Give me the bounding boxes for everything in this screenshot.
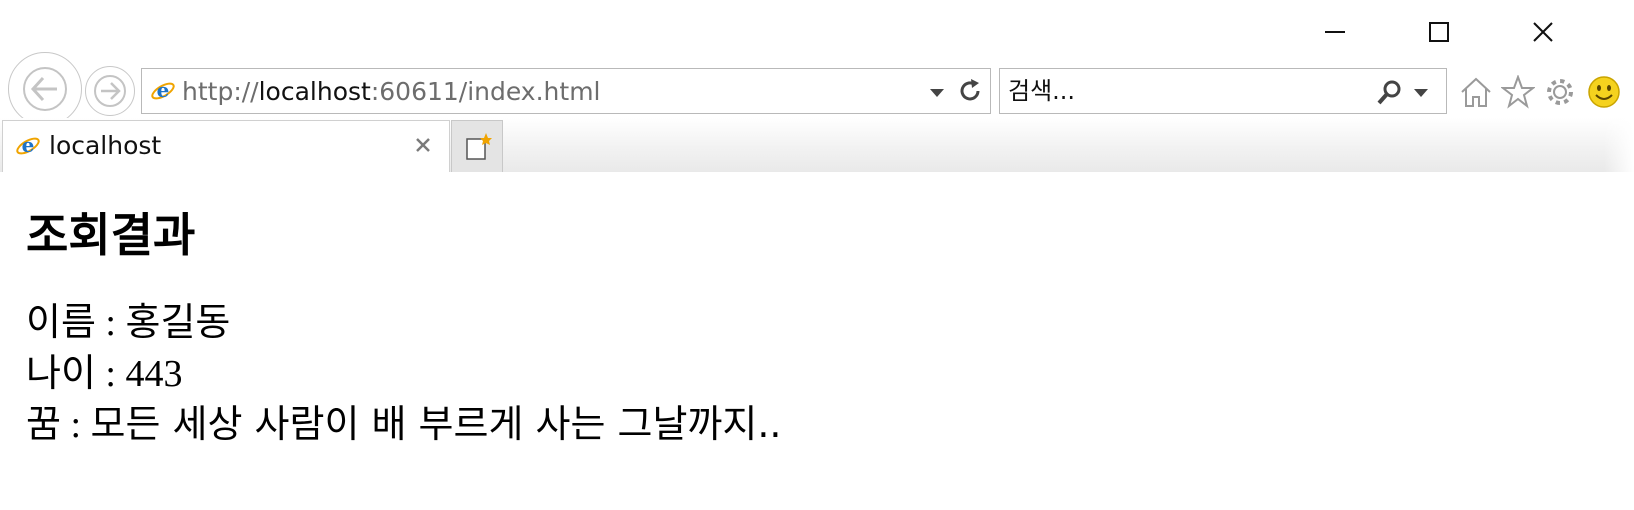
back-arrow-icon	[23, 67, 67, 111]
url-path: :60611/index.html	[370, 77, 601, 106]
result-row-dream: 꿈 : 모든 세상 사람이 배 부르게 사는 그날까지..	[26, 399, 1606, 450]
result-list: 이름 : 홍길동 나이 : 443 꿈 : 모든 세상 사람이 배 부르게 사는…	[26, 297, 1606, 450]
tab-strip-fade	[1604, 118, 1634, 172]
page-content: 조회결과 이름 : 홍길동 나이 : 443 꿈 : 모든 세상 사람이 배 부…	[26, 208, 1606, 450]
row-separator: :	[60, 404, 91, 447]
row-value: 모든 세상 사람이 배 부르게 사는 그날까지..	[90, 402, 782, 447]
url-scheme: http://	[182, 77, 259, 106]
page-title: 조회결과	[26, 208, 196, 262]
row-value: 443	[125, 353, 183, 396]
tab-localhost[interactable]: e localhost	[2, 120, 450, 172]
tab-title: localhost	[49, 131, 162, 160]
minimize-button[interactable]	[1312, 10, 1358, 54]
close-icon	[416, 138, 430, 152]
browser-window: e http://localhost:60611/index.html 검색..…	[0, 0, 1634, 510]
row-key: 꿈	[26, 402, 61, 447]
chevron-down-icon[interactable]	[928, 87, 946, 99]
feedback-button[interactable]	[1586, 74, 1622, 110]
forward-arrow-icon	[94, 75, 126, 107]
maximize-button[interactable]	[1416, 10, 1462, 54]
row-key: 나이	[26, 351, 96, 396]
favorites-button[interactable]	[1500, 74, 1536, 110]
row-separator: :	[95, 302, 126, 345]
search-bar[interactable]	[999, 68, 1447, 114]
close-icon	[1533, 22, 1553, 42]
svg-text:e: e	[157, 78, 170, 102]
row-value: 홍길동	[125, 300, 231, 345]
minimize-icon	[1325, 31, 1345, 33]
search-input[interactable]	[1008, 75, 1368, 107]
back-button[interactable]	[8, 52, 82, 126]
search-icon[interactable]	[1376, 78, 1404, 106]
search-provider-dropdown-icon[interactable]	[1412, 87, 1430, 99]
tools-button[interactable]	[1542, 74, 1578, 110]
smiley-icon	[1588, 76, 1620, 108]
home-button[interactable]	[1458, 74, 1494, 110]
gear-icon	[1547, 79, 1573, 105]
url-text[interactable]: http://localhost:60611/index.html	[182, 77, 601, 106]
maximize-icon	[1429, 22, 1449, 42]
new-tab-button[interactable]	[451, 120, 503, 172]
internet-explorer-icon: e	[151, 78, 175, 102]
row-key: 이름	[26, 300, 96, 345]
close-window-button[interactable]	[1520, 10, 1566, 54]
refresh-icon[interactable]	[956, 77, 984, 105]
svg-text:e: e	[22, 133, 35, 157]
result-row-age: 나이 : 443	[26, 348, 1606, 399]
home-icon	[1461, 77, 1491, 107]
internet-explorer-icon: e	[16, 133, 40, 157]
forward-button[interactable]	[85, 66, 135, 116]
star-icon	[1501, 75, 1535, 109]
result-row-name: 이름 : 홍길동	[26, 297, 1606, 348]
tab-close-button[interactable]	[411, 133, 435, 157]
address-bar[interactable]: e http://localhost:60611/index.html	[141, 68, 991, 114]
new-tab-icon	[466, 132, 492, 160]
url-host: localhost	[258, 77, 371, 106]
row-separator: :	[95, 353, 126, 396]
